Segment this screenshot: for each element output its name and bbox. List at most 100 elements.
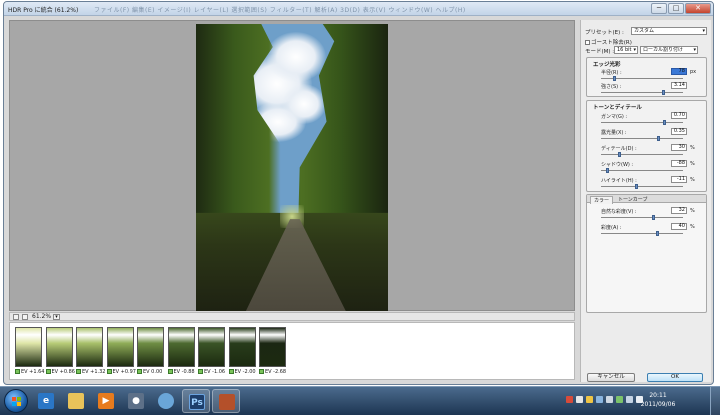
detail-slider-handle[interactable] [618,152,621,157]
taskbar-media[interactable]: ▶ [92,389,120,413]
taskbar-clock[interactable]: 20:11 2011/09/06 [638,391,678,409]
window-controls: ─ □ ✕ [651,3,711,14]
gamma-slider-handle[interactable] [663,120,666,125]
tray-icon-6[interactable] [616,396,623,403]
vibrance-slider[interactable] [601,215,683,220]
thumbnail-label[interactable]: EV -2.68 [259,369,293,376]
detail-slider[interactable] [601,152,683,157]
actual-size-icon[interactable] [22,314,28,320]
source-thumbnail[interactable] [137,327,164,367]
fit-view-icon[interactable] [13,314,19,320]
tab-color[interactable]: カラー [590,196,614,204]
maximize-button[interactable]: □ [668,3,684,14]
taskbar-hdr[interactable] [212,389,240,413]
preset-select[interactable]: カスタム [631,27,707,35]
include-checkbox[interactable] [76,369,81,374]
zoom-dropdown-button[interactable]: ▾ [53,314,60,320]
strength-slider-handle[interactable] [662,90,665,95]
thumbnail-label[interactable]: EV -0.88 [167,369,202,376]
detail-unit: % [690,145,695,151]
exposure-value-label: EV +0.86 [51,369,76,375]
detail-input[interactable]: 30 [671,144,687,151]
taskbar-ie[interactable]: e [32,389,60,413]
thumbnail-label[interactable]: EV +0.86 [45,369,80,376]
tray-icon-5[interactable] [606,396,613,403]
shadow-slider[interactable] [601,168,683,173]
taskbar-people[interactable]: ● [122,389,150,413]
internet-explorer-icon: e [38,393,54,409]
tone-detail-section: トーンとディテール ガンマ(G) : 0.70 露光量(X) : 0.35 ディ… [586,100,707,192]
thumbnail-label[interactable]: EV +1.32 [76,369,110,376]
edge-glow-section: エッジ光彩 半径(R) : 78 px 強さ(S) : 3.14 [586,57,707,97]
start-button[interactable] [4,389,28,413]
thumbnail-label[interactable]: EV -2.00 [228,369,263,376]
taskbar-globe[interactable] [152,389,180,413]
shadow-input[interactable]: -88 [671,160,687,167]
tab-tone-curve[interactable]: トーンカーブ [615,196,650,203]
source-thumbnail[interactable] [106,327,134,367]
bit-depth-select[interactable]: 16 bit [614,46,638,54]
vibrance-slider-handle[interactable] [652,215,655,220]
shadow-slider-handle[interactable] [606,168,609,173]
saturation-slider-handle[interactable] [656,231,659,236]
close-button[interactable]: ✕ [685,3,711,14]
exposure-input[interactable]: 0.35 [671,128,687,135]
thumbnail-label[interactable]: EV -1.06 [198,369,232,376]
cancel-button[interactable]: キャンセル [587,373,635,382]
tray-icon-1[interactable] [566,396,573,403]
gamma-slider[interactable] [601,120,683,125]
network-icon[interactable] [626,396,633,403]
include-checkbox[interactable] [259,369,264,374]
taskbar-explorer[interactable] [62,389,90,413]
method-select[interactable]: ローカル割り付け [640,46,698,54]
thumbnail-label[interactable]: EV +0.97 [106,369,141,376]
exposure-value-label: EV +1.64 [21,369,45,375]
include-checkbox[interactable] [228,369,234,374]
source-thumbnail[interactable] [76,327,103,367]
radius-slider-handle[interactable] [613,76,616,81]
source-thumbnail[interactable] [15,327,42,367]
thumbnail-label[interactable]: EV +1.64 [15,369,49,376]
source-thumbnail[interactable] [259,327,286,367]
include-checkbox[interactable] [15,369,20,374]
ok-button[interactable]: OK [647,373,703,382]
minimize-button[interactable]: ─ [651,3,667,14]
radius-slider[interactable] [601,76,683,81]
tone-detail-title: トーンとディテール [593,105,642,111]
source-thumbnail[interactable] [228,327,256,367]
taskbar-photoshop[interactable]: Ps [182,389,210,413]
exposure-label: 露光量(X) : [601,130,627,136]
source-thumbnail[interactable] [198,327,225,367]
highlight-slider-handle[interactable] [635,184,638,189]
source-thumbnail[interactable] [45,327,73,367]
strength-slider[interactable] [601,90,683,95]
include-checkbox[interactable] [45,369,51,374]
include-checkbox[interactable] [167,369,173,374]
remove-ghost-checkbox-row[interactable]: ゴースト除去(R) [585,38,632,46]
saturation-slider[interactable] [601,231,683,236]
show-desktop-button[interactable] [710,387,720,415]
vibrance-input[interactable]: 32 [671,207,687,214]
tray-icon-3[interactable] [586,396,593,403]
remove-ghost-checkbox[interactable] [585,40,590,45]
radius-input[interactable]: 78 [671,68,687,75]
highlight-input[interactable]: -11 [671,176,687,183]
gamma-input[interactable]: 0.70 [671,112,687,119]
source-filmstrip: EV +1.64 EV +0.86 EV +1.32 EV +0.97 EV 0.00 E… [9,322,575,380]
include-checkbox[interactable] [137,369,142,374]
highlight-slider[interactable] [601,184,683,189]
saturation-input[interactable]: 40 [671,223,687,230]
photoshop-icon: Ps [189,394,205,410]
tray-icon-4[interactable] [596,396,603,403]
saturation-label: 彩度(A) : [601,225,622,231]
exposure-slider[interactable] [601,136,683,141]
exposure-slider-handle[interactable] [657,136,660,141]
source-thumbnail[interactable] [167,327,195,367]
globe-icon [158,393,174,409]
clock-time: 20:11 [649,392,667,399]
include-checkbox[interactable] [198,369,203,374]
tray-icon-2[interactable] [576,396,583,403]
thumbnail-label[interactable]: EV 0.00 [137,369,171,376]
include-checkbox[interactable] [106,369,112,374]
strength-input[interactable]: 3.14 [671,82,687,89]
